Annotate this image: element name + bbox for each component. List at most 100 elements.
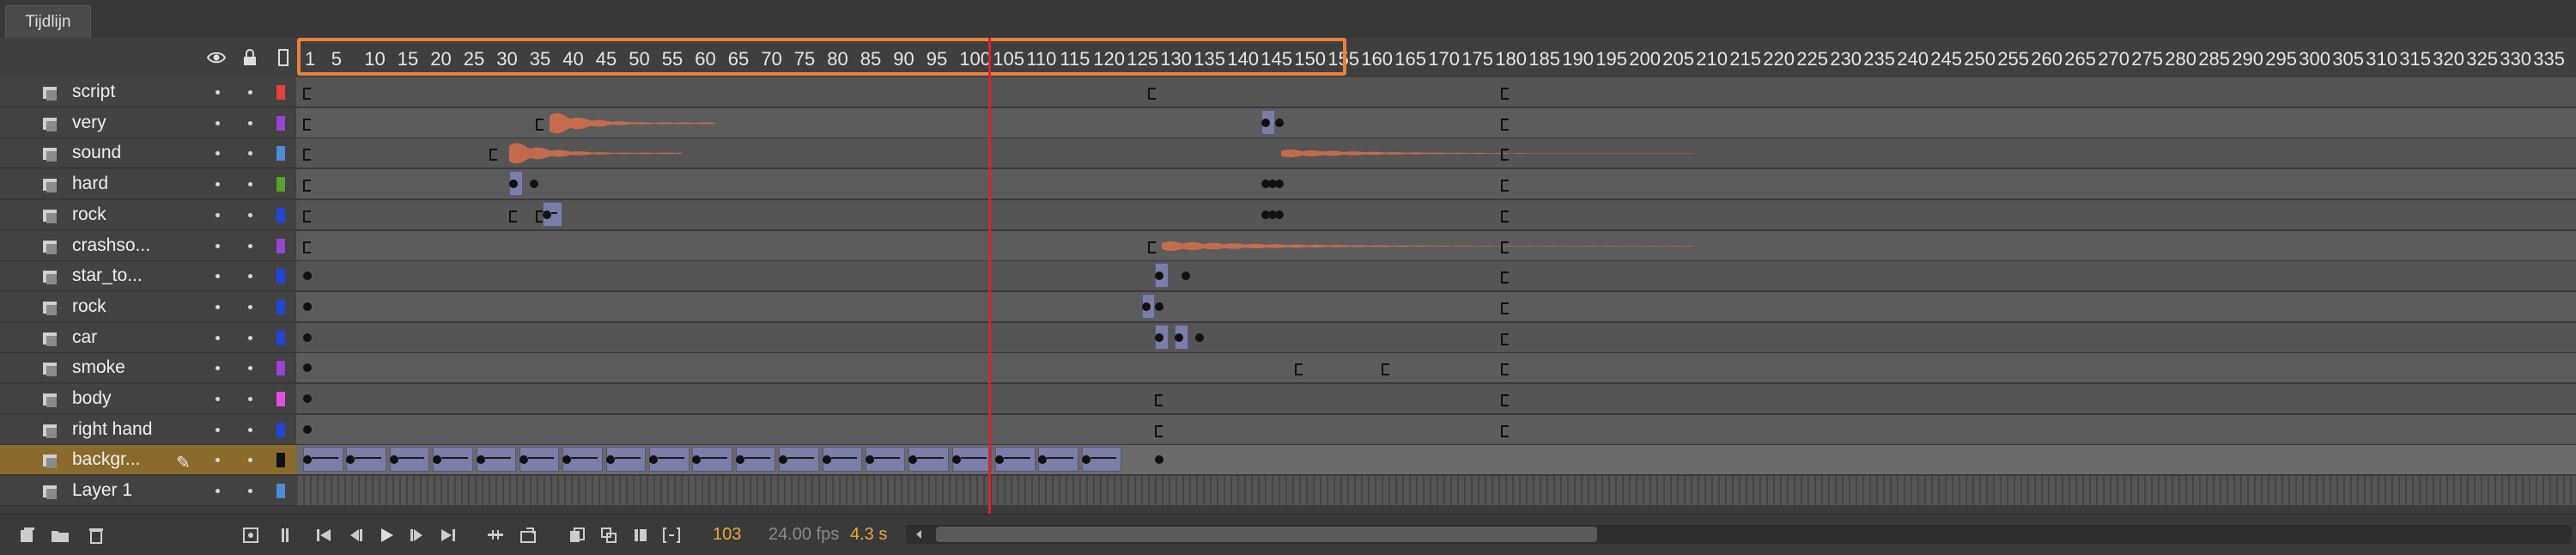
layer-color-chip[interactable]	[276, 238, 285, 253]
visibility-toggle[interactable]	[216, 212, 220, 217]
onion-skin-icon[interactable]	[518, 525, 538, 546]
keyframe[interactable]	[951, 455, 961, 465]
layer-row[interactable]: backgr... ✎	[0, 445, 2576, 476]
layer-row[interactable]: crashso...	[0, 230, 2576, 261]
visibility-toggle[interactable]	[216, 304, 220, 309]
layer-name[interactable]: sound	[72, 143, 121, 163]
layer-name[interactable]: very	[72, 113, 106, 133]
layer-name[interactable]: rock	[72, 204, 106, 225]
layer-color-chip[interactable]	[276, 392, 285, 406]
frame-track[interactable]	[296, 445, 2576, 476]
visibility-toggle[interactable]	[216, 397, 220, 401]
frame-track[interactable]	[296, 107, 2576, 138]
layer-name[interactable]: Layer 1	[72, 480, 132, 501]
layer-header[interactable]: hard	[0, 169, 296, 200]
empty-keyframe[interactable]	[509, 210, 518, 223]
frame-track[interactable]	[296, 169, 2576, 200]
lock-toggle[interactable]	[248, 458, 252, 463]
visibility-toggle[interactable]	[216, 151, 220, 156]
visibility-toggle[interactable]	[216, 335, 220, 340]
layer-row[interactable]: hard	[0, 169, 2576, 200]
edit-multiple-frames-icon[interactable]	[598, 525, 619, 546]
frame-track[interactable]	[296, 322, 2576, 353]
layer-header[interactable]: Layer 1	[0, 476, 296, 507]
layer-name[interactable]: car	[72, 327, 97, 348]
lock-toggle[interactable]	[248, 489, 252, 494]
layer-color-chip[interactable]	[276, 85, 285, 100]
visibility-toggle[interactable]	[216, 90, 220, 95]
lock-toggle[interactable]	[248, 120, 252, 125]
empty-keyframe[interactable]	[1501, 241, 1509, 253]
frame-track[interactable]	[296, 384, 2576, 414]
layer-name[interactable]: star_to...	[72, 265, 143, 286]
empty-keyframe[interactable]	[303, 210, 311, 223]
visibility-toggle[interactable]	[216, 120, 220, 125]
layer-header[interactable]: body	[0, 384, 296, 414]
lock-toggle[interactable]	[248, 304, 252, 309]
empty-keyframe[interactable]	[1501, 332, 1509, 345]
empty-keyframe[interactable]	[303, 149, 311, 162]
layer-color-chip[interactable]	[276, 453, 285, 468]
layer-row[interactable]: rock	[0, 291, 2576, 322]
layer-name[interactable]: hard	[72, 174, 108, 194]
keyframe[interactable]	[1155, 302, 1163, 311]
layer-row[interactable]: sound	[0, 138, 2576, 169]
keyframe[interactable]	[1182, 271, 1190, 281]
empty-keyframe[interactable]	[1294, 363, 1303, 376]
layer-header[interactable]: backgr... ✎	[0, 445, 296, 476]
layer-header[interactable]: star_to...	[0, 261, 296, 292]
timeline-scrollbar[interactable]	[906, 525, 2572, 544]
empty-keyframe[interactable]	[1501, 118, 1509, 131]
center-frame-icon[interactable]	[240, 525, 261, 546]
layer-header[interactable]: right hand	[0, 414, 296, 445]
empty-keyframe[interactable]	[1155, 424, 1163, 437]
lock-toggle[interactable]	[248, 335, 252, 340]
keyframe[interactable]	[303, 424, 312, 434]
layer-row[interactable]: body	[0, 384, 2576, 414]
delete-icon[interactable]	[86, 525, 106, 546]
lock-toggle[interactable]	[248, 243, 252, 248]
layer-row[interactable]: smoke	[0, 353, 2576, 384]
empty-keyframe[interactable]	[303, 118, 311, 131]
visibility-toggle[interactable]	[216, 274, 220, 279]
scroll-left-icon[interactable]	[913, 528, 925, 540]
keyframe[interactable]	[529, 180, 538, 189]
layer-header[interactable]: car	[0, 322, 296, 353]
layer-name[interactable]: body	[72, 388, 112, 409]
visibility-toggle[interactable]	[216, 182, 220, 187]
layer-color-chip[interactable]	[276, 177, 285, 192]
empty-keyframe[interactable]	[303, 180, 311, 192]
lock-toggle[interactable]	[248, 212, 252, 217]
empty-keyframe[interactable]	[1148, 241, 1157, 253]
layer-row[interactable]: rock	[0, 199, 2576, 230]
layer-header[interactable]: sound	[0, 138, 296, 169]
layer-color-chip[interactable]	[276, 299, 285, 314]
empty-keyframe[interactable]	[1501, 302, 1509, 314]
layer-color-chip[interactable]	[276, 207, 285, 223]
layer-header[interactable]: script	[0, 77, 296, 107]
lock-icon[interactable]	[240, 47, 260, 68]
frame-track[interactable]	[296, 353, 2576, 384]
empty-keyframe[interactable]	[303, 241, 311, 253]
layer-color-chip[interactable]	[276, 484, 285, 499]
keyframe[interactable]	[1274, 210, 1284, 219]
empty-keyframe[interactable]	[1501, 394, 1509, 406]
frame-track[interactable]	[296, 291, 2576, 322]
layer-color-chip[interactable]	[276, 146, 285, 162]
step-back-icon[interactable]	[345, 525, 366, 546]
keyframe[interactable]	[1175, 332, 1184, 342]
tab-timeline[interactable]: Tijdlijn	[5, 5, 91, 39]
layer-row[interactable]: right hand	[0, 414, 2576, 445]
layer-name[interactable]: script	[72, 82, 115, 102]
step-forward-icon[interactable]	[407, 525, 428, 546]
lock-toggle[interactable]	[248, 90, 252, 95]
layer-color-chip[interactable]	[276, 361, 285, 376]
visibility-toggle[interactable]	[216, 366, 220, 371]
keyframe[interactable]	[1274, 180, 1284, 189]
fps-readout[interactable]: 24.00 fps	[769, 525, 839, 545]
layer-color-chip[interactable]	[276, 330, 285, 345]
new-layer-icon[interactable]	[17, 525, 38, 546]
layer-row[interactable]: car	[0, 322, 2576, 353]
outline-icon[interactable]	[273, 47, 294, 68]
frame-track[interactable]	[296, 199, 2576, 230]
